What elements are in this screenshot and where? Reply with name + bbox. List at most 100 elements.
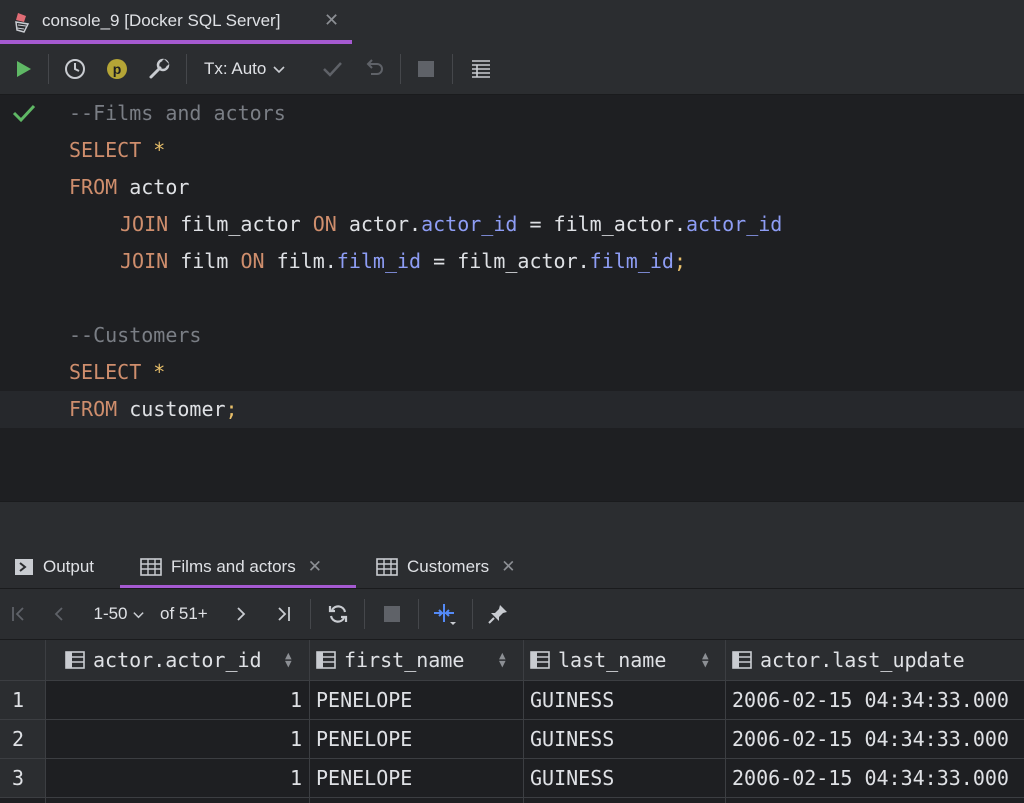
cell-last-name[interactable]: GUINESS <box>530 720 722 758</box>
stop-query-button[interactable] <box>378 589 406 639</box>
row-number: 2 <box>0 720 45 758</box>
tab-output-label: Output <box>43 557 95 576</box>
last-page-button[interactable] <box>270 589 296 639</box>
sql-field: actor_id <box>421 212 518 236</box>
cell-last-update[interactable]: 2006-02-15 04:34:33.000 <box>732 681 1024 719</box>
pin-icon <box>488 605 507 624</box>
code-line: JOIN film ON film.film_id = film_actor.f… <box>0 243 1024 280</box>
column-header-label: actor.actor_id <box>93 648 262 672</box>
close-icon[interactable]: ✕ <box>308 557 322 577</box>
console-toolbar: p Tx: Auto <box>0 44 1024 95</box>
stop-button[interactable] <box>412 44 440 94</box>
tab-films-and-actors[interactable]: Films and actors ✕ <box>120 546 356 588</box>
console-output-icon <box>15 559 33 575</box>
first-page-icon <box>12 607 24 621</box>
column-header-label: first_name <box>344 648 465 672</box>
cell-actor-id[interactable]: 1 <box>46 759 302 797</box>
cell-first-name[interactable]: PENELOPE <box>316 681 520 719</box>
sort-icon[interactable]: ▲ ▼ <box>285 650 292 669</box>
tx-mode-dropdown[interactable]: Tx: Auto <box>204 44 304 94</box>
sql-field: film_id <box>336 249 422 273</box>
row-number: 3 <box>0 759 45 797</box>
sql-semicolon: ; <box>225 397 238 421</box>
table-list-icon <box>472 60 490 78</box>
commit-button[interactable] <box>318 44 346 94</box>
column-icon <box>316 651 336 669</box>
sql-operator: = <box>517 212 554 236</box>
editor-tab-console[interactable]: console_9 [Docker SQL Server] ✕ <box>0 0 352 44</box>
history-button[interactable] <box>60 44 90 94</box>
editor-tab-bar: console_9 [Docker SQL Server] ✕ <box>0 0 1024 45</box>
sql-table: film_actor <box>180 212 301 236</box>
toolbar-separator <box>472 599 473 629</box>
settings-button[interactable] <box>144 44 174 94</box>
page-size-dropdown[interactable]: 1-50 <box>88 589 150 639</box>
cell-last-update[interactable]: 2006-02-15 04:34:33.000 <box>732 720 1024 758</box>
profile-button[interactable]: p <box>102 44 132 94</box>
pin-tab-button[interactable] <box>484 589 512 639</box>
column-header-actor-id[interactable]: actor.actor_id ▲ ▼ <box>45 640 309 680</box>
sql-star: * <box>153 138 166 162</box>
column-header-first-name[interactable]: first_name ▲ ▼ <box>310 640 523 680</box>
first-page-button[interactable] <box>6 589 32 639</box>
code-line: FROM actor <box>0 169 1024 206</box>
code-line: JOIN film_actor ON actor.actor_id = film… <box>0 206 1024 243</box>
column-divider <box>309 640 310 803</box>
column-header-last-update[interactable]: actor.last_update <box>726 640 1024 680</box>
compare-arrows-icon <box>434 604 456 625</box>
cell-actor-id[interactable]: 1 <box>46 720 302 758</box>
sort-icon[interactable]: ▲ ▼ <box>499 650 506 669</box>
page-range: 1-50 <box>93 604 128 623</box>
table-row[interactable]: 3 1 PENELOPE GUINESS 2006-02-15 04:34:33… <box>0 759 1024 798</box>
panel-divider <box>0 501 1024 547</box>
sql-qualifier: actor. <box>348 212 422 236</box>
compare-button[interactable] <box>428 589 462 639</box>
output-layout-button[interactable] <box>466 44 496 94</box>
cell-last-name[interactable]: GUINESS <box>530 681 722 719</box>
sql-keyword: JOIN <box>120 249 169 273</box>
sql-qualifier: film_actor. <box>553 212 686 236</box>
tab-customers[interactable]: Customers ✕ <box>376 546 515 588</box>
console-icon <box>15 13 30 33</box>
grid-header: actor.actor_id ▲ ▼ first_name ▲ ▼ last_nam… <box>0 640 1024 681</box>
previous-page-button[interactable] <box>46 589 72 639</box>
sql-keyword: SELECT <box>69 360 142 384</box>
chevron-down-icon <box>132 611 144 618</box>
results-pager-toolbar: 1-50 of 51+ <box>0 589 1024 640</box>
chevron-left-icon <box>54 607 63 621</box>
code-line: --Films and actors <box>0 95 1024 132</box>
run-button[interactable] <box>8 44 38 94</box>
table-row[interactable]: 2 1 PENELOPE GUINESS 2006-02-15 04:34:33… <box>0 720 1024 759</box>
close-icon[interactable]: ✕ <box>324 10 339 31</box>
row-number: 1 <box>0 681 45 719</box>
sql-keyword: JOIN <box>120 212 169 236</box>
column-header-last-name[interactable]: last_name ▲ ▼ <box>524 640 725 680</box>
sort-icon[interactable]: ▲ ▼ <box>702 650 709 669</box>
sql-keyword: FROM <box>69 397 118 421</box>
cell-first-name[interactable]: PENELOPE <box>316 759 520 797</box>
column-divider <box>523 640 524 803</box>
sql-qualifier: film. <box>276 249 337 273</box>
cell-actor-id[interactable]: 1 <box>46 681 302 719</box>
success-check-icon <box>12 104 36 123</box>
undo-icon <box>366 59 383 75</box>
cell-first-name[interactable]: PENELOPE <box>316 720 520 758</box>
rollback-button[interactable] <box>360 44 388 94</box>
reload-button[interactable] <box>324 589 352 639</box>
last-page-icon <box>278 607 290 621</box>
toolbar-separator <box>418 599 419 629</box>
tab-output[interactable]: Output <box>14 546 94 588</box>
close-icon[interactable]: ✕ <box>501 557 515 577</box>
active-tab-indicator <box>120 585 356 588</box>
column-header-label: actor.last_update <box>760 648 965 672</box>
refresh-icon <box>328 605 348 623</box>
next-page-button[interactable] <box>228 589 254 639</box>
wrench-icon <box>149 58 170 79</box>
svg-text:p: p <box>113 61 122 77</box>
code-line: --Customers <box>0 317 1024 354</box>
sql-editor[interactable]: --Films and actors SELECT * FROM actor J… <box>0 95 1024 501</box>
table-row[interactable]: 1 1 PENELOPE GUINESS 2006-02-15 04:34:33… <box>0 681 1024 720</box>
cell-last-update[interactable]: 2006-02-15 04:34:33.000 <box>732 759 1024 797</box>
cell-last-name[interactable]: GUINESS <box>530 759 722 797</box>
column-header-label: last_name <box>558 648 667 672</box>
